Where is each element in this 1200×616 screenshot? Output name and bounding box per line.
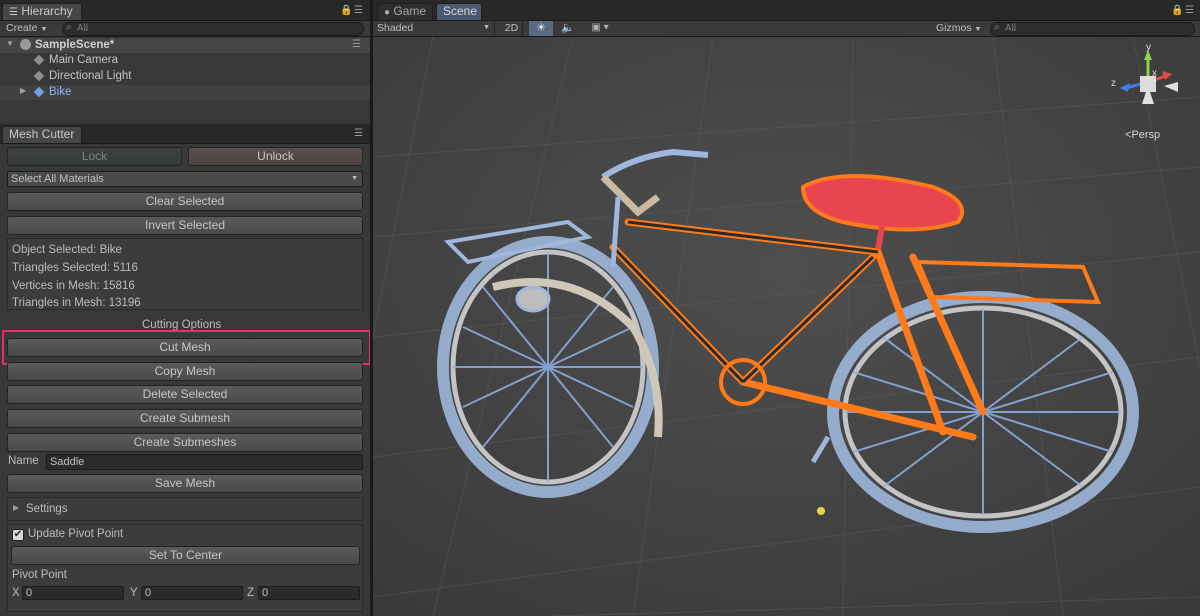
gameobject-icon (33, 54, 45, 66)
pivot-x-input[interactable]: 0 (22, 586, 124, 600)
orientation-gizmo[interactable]: y z x (1108, 42, 1193, 122)
audio-toggle-icon[interactable]: 🔈 (557, 21, 579, 36)
dropdown-arrow-icon: ▼ (351, 175, 358, 182)
menu-icon[interactable]: ☰ (354, 5, 363, 16)
hierarchy-tab-label: Hierarchy (21, 4, 73, 18)
scene-canvas (373, 37, 1200, 616)
lock-button[interactable]: Lock (7, 147, 182, 166)
item-label: Bike (49, 86, 72, 98)
item-label: Directional Light (49, 70, 132, 82)
scene-name: SampleScene* (35, 39, 115, 51)
create-submesh-button[interactable]: Create Submesh (7, 409, 363, 428)
name-input[interactable]: Saddle (46, 454, 363, 470)
pivot-z-label: Z (247, 587, 255, 599)
prefab-icon (33, 86, 45, 98)
pivot-y-label: Y (130, 587, 138, 599)
gizmos-dropdown[interactable]: Gizmos ▼ (936, 21, 986, 36)
scene-tabbar: ● Game Scene 🔒 ☰ (373, 0, 1200, 21)
hierarchy-toolbar: Create ▼ All (0, 21, 370, 37)
projection-label: Persp (1131, 129, 1161, 141)
foldout-arrow-icon: ▶ (13, 503, 20, 512)
menu-icon[interactable]: ☰ (354, 128, 363, 139)
copy-mesh-button[interactable]: Copy Mesh (7, 362, 363, 381)
mesh-cutter-tab-label: Mesh Cutter (9, 127, 75, 141)
clear-selected-button[interactable]: Clear Selected (7, 192, 363, 211)
mesh-cutter-panel: Lock Unlock Select All Materials ▼ Clear… (0, 144, 371, 616)
update-pivot-label: Update Pivot Point (28, 528, 124, 540)
axis-gizmo-icon (1120, 50, 1178, 104)
lighting-toggle-icon[interactable]: ☀ (529, 21, 553, 36)
axis-x-label: x (1152, 68, 1157, 79)
material-select[interactable]: Select All Materials ▼ (7, 171, 363, 187)
save-mesh-button[interactable]: Save Mesh (7, 474, 363, 493)
gameobject-icon (33, 70, 45, 82)
delete-selected-button[interactable]: Delete Selected (7, 385, 363, 404)
pivot-box: ✔ Update Pivot Point Set To Center Pivot… (7, 524, 363, 612)
expand-arrow-icon[interactable]: ▶ (20, 86, 26, 95)
pivot-z-input[interactable]: 0 (258, 586, 360, 600)
pivot-y-input[interactable]: 0 (141, 586, 243, 600)
expand-arrow-icon[interactable]: ▼ (6, 39, 14, 48)
hierarchy-item-bike[interactable]: ▶ Bike (0, 85, 370, 100)
material-select-value: Select All Materials (11, 173, 104, 185)
unity-scene-icon (20, 39, 31, 50)
2d-toggle[interactable]: 2D (501, 21, 523, 36)
scene-tab-label: Scene (443, 4, 478, 18)
scene-menu-icon[interactable]: ☰ (352, 39, 361, 50)
list-icon: ☰ (9, 7, 18, 18)
mesh-cutter-tabbar: Mesh Cutter ☰ (0, 124, 370, 144)
hierarchy-search-input[interactable]: All (62, 22, 364, 36)
object-selected-text: Object Selected: Bike (12, 244, 122, 256)
pivot-x-label: X (12, 587, 20, 599)
item-label: Main Camera (49, 54, 119, 66)
scene-viewport[interactable]: y z x <Persp (373, 37, 1200, 616)
projection-toggle[interactable]: <Persp (1125, 129, 1160, 141)
scene-toolbar: Shaded ▼ 2D ☀ 🔈 ▣ ▾ Gizmos ▼ All (373, 21, 1200, 37)
name-label: Name (8, 455, 39, 467)
vertices-in-mesh-text: Vertices in Mesh: 15816 (12, 280, 135, 292)
tab-hierarchy[interactable]: ☰ Hierarchy (2, 3, 82, 20)
hierarchy-tabbar: ☰ Hierarchy 🔒 ☰ (0, 0, 370, 21)
create-label: Create (6, 22, 38, 34)
tab-mesh-cutter[interactable]: Mesh Cutter (2, 126, 82, 143)
shading-mode-label: Shaded (377, 22, 414, 34)
effects-toggle-icon[interactable]: ▣ ▾ (585, 21, 615, 36)
gizmos-label: Gizmos (936, 22, 972, 34)
scene-search-input[interactable]: All (990, 22, 1195, 36)
cut-mesh-button[interactable]: Cut Mesh (7, 338, 363, 357)
tab-game[interactable]: ● Game (377, 3, 433, 20)
lock-icon[interactable]: 🔒 (1171, 5, 1183, 16)
dropdown-arrow-icon: ▼ (483, 24, 490, 31)
axis-z-label: z (1111, 78, 1116, 89)
set-to-center-button[interactable]: Set To Center (11, 546, 360, 565)
settings-foldout[interactable]: ▶ Settings (7, 497, 363, 521)
triangles-selected-text: Triangles Selected: 5116 (12, 262, 138, 274)
create-submeshes-button[interactable]: Create Submeshes (7, 433, 363, 452)
shading-mode-dropdown[interactable]: Shaded ▼ (377, 21, 495, 36)
game-tab-label: Game (393, 4, 427, 18)
axis-y-label: y (1146, 42, 1151, 53)
dropdown-arrow-icon: ▼ (974, 26, 982, 33)
invert-selected-button[interactable]: Invert Selected (7, 216, 363, 235)
scene-row[interactable]: ▼ SampleScene* ☰ (0, 38, 370, 53)
pivot-point-label: Pivot Point (12, 569, 67, 581)
lock-icon[interactable]: 🔒 (340, 5, 352, 16)
tab-scene[interactable]: Scene (436, 3, 482, 20)
mesh-info-box: Object Selected: Bike Triangles Selected… (7, 238, 363, 310)
triangles-in-mesh-text: Triangles in Mesh: 13196 (12, 297, 141, 309)
hierarchy-item-directional-light[interactable]: Directional Light (0, 69, 370, 84)
dropdown-arrow-icon: ▼ (40, 26, 48, 33)
settings-label: Settings (26, 503, 68, 515)
update-pivot-checkbox[interactable]: ✔ (12, 529, 24, 541)
hierarchy-panel: ▼ SampleScene* ☰ Main Camera Directional… (0, 37, 370, 124)
menu-icon[interactable]: ☰ (1185, 5, 1194, 16)
unlock-button[interactable]: Unlock (188, 147, 363, 166)
hierarchy-item-main-camera[interactable]: Main Camera (0, 53, 370, 68)
create-dropdown[interactable]: Create ▼ (6, 22, 47, 34)
game-controller-icon: ● (384, 7, 391, 18)
